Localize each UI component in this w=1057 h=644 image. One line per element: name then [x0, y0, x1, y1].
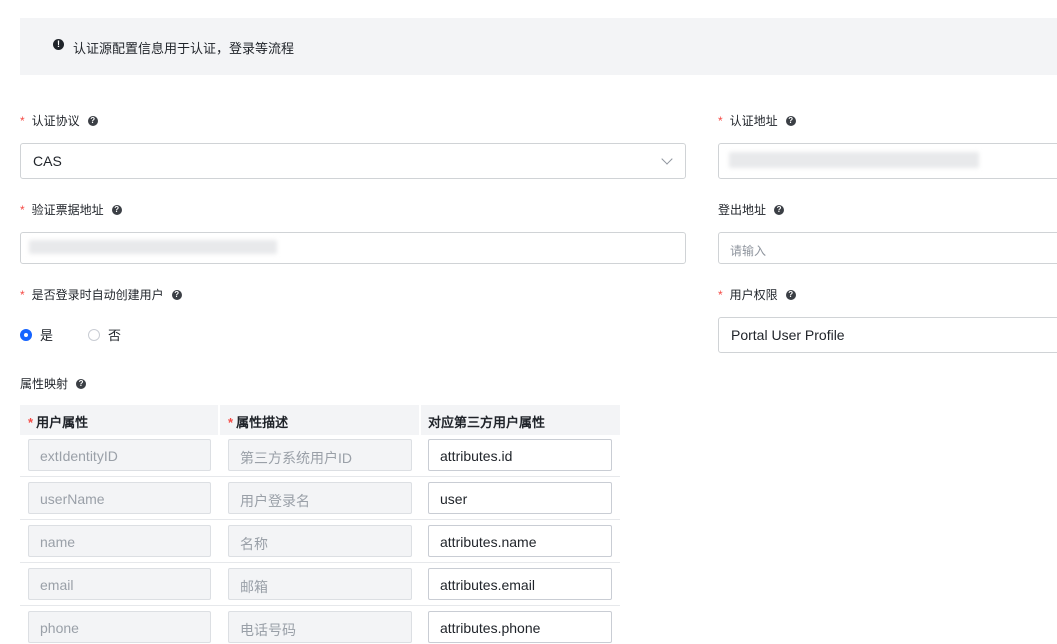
- attr-desc-field: 名称: [228, 525, 412, 557]
- user-permission-label: * 用户权限?: [718, 286, 796, 303]
- banner-text: 认证源配置信息用于认证，登录等流程: [73, 41, 295, 56]
- column-header-attr-desc: * 属性描述: [228, 412, 288, 431]
- mapped-attr-input[interactable]: attributes.id: [428, 439, 612, 471]
- required-mark: *: [718, 113, 723, 128]
- row-divider: [20, 476, 620, 477]
- user-permission-value: Portal User Profile: [731, 327, 845, 343]
- attr-desc-field: 电话号码: [228, 611, 412, 643]
- auth-address-label-text: 认证地址: [729, 114, 778, 128]
- help-icon[interactable]: ?: [171, 289, 182, 300]
- help-icon[interactable]: ?: [111, 204, 122, 215]
- help-icon[interactable]: ?: [774, 204, 785, 215]
- auto-create-label-text: 是否登录时自动创建用户: [31, 288, 164, 302]
- redacted-value: [29, 240, 277, 254]
- help-icon[interactable]: ?: [785, 115, 796, 126]
- attribute-mapping-label: 属性映射?: [20, 375, 87, 392]
- column-header-text: 用户属性: [36, 415, 89, 430]
- logout-address-label: 登出地址?: [718, 201, 785, 218]
- column-header-text: 对应第三方用户属性: [428, 415, 546, 430]
- chevron-down-icon: [661, 153, 673, 165]
- required-mark: *: [20, 113, 25, 128]
- auth-protocol-label-text: 认证协议: [31, 114, 80, 128]
- user-attr-field: phone: [28, 611, 211, 643]
- help-icon[interactable]: ?: [785, 289, 796, 300]
- attr-desc-field: 邮箱: [228, 568, 412, 600]
- radio-no[interactable]: 否: [88, 325, 121, 344]
- user-permission-select[interactable]: Portal User Profile: [718, 317, 1057, 353]
- required-mark: *: [718, 287, 723, 302]
- required-mark: *: [28, 415, 34, 430]
- auto-create-label: * 是否登录时自动创建用户?: [20, 286, 182, 303]
- logout-address-input[interactable]: 请输入: [718, 232, 1057, 264]
- required-mark: *: [228, 415, 234, 430]
- user-attr-field: email: [28, 568, 211, 600]
- column-header-third-party-attr: 对应第三方用户属性: [428, 412, 545, 431]
- attribute-mapping-label-text: 属性映射: [20, 377, 69, 391]
- help-icon[interactable]: ?: [87, 115, 98, 126]
- row-divider: [20, 605, 620, 606]
- auth-protocol-label: * 认证协议?: [20, 112, 98, 129]
- attr-desc-field: 用户登录名: [228, 482, 412, 514]
- required-mark: *: [20, 287, 25, 302]
- user-attr-field: userName: [28, 482, 211, 514]
- auth-address-input[interactable]: [718, 143, 1057, 179]
- logout-address-placeholder: 请输入: [730, 244, 767, 258]
- radio-yes[interactable]: 是: [20, 325, 53, 344]
- row-divider: [20, 562, 620, 563]
- mapped-attr-input[interactable]: attributes.phone: [428, 611, 612, 643]
- exclamation-circle-icon: !: [53, 39, 64, 50]
- redacted-value: [729, 152, 979, 168]
- user-attr-field: name: [28, 525, 211, 557]
- column-divider: [218, 405, 220, 435]
- ticket-address-input[interactable]: [20, 232, 686, 264]
- ticket-address-label-text: 验证票据地址: [31, 203, 104, 217]
- row-divider: [20, 519, 620, 520]
- mapped-attr-input[interactable]: user: [428, 482, 612, 514]
- help-icon[interactable]: ?: [76, 378, 87, 389]
- radio-yes-label: 是: [40, 328, 54, 343]
- mapped-attr-input[interactable]: attributes.email: [428, 568, 612, 600]
- user-attr-field: extIdentityID: [28, 439, 211, 471]
- user-permission-label-text: 用户权限: [729, 288, 778, 302]
- radio-no-indicator[interactable]: [88, 328, 100, 341]
- column-header-text: 属性描述: [236, 415, 289, 430]
- auth-address-label: * 认证地址?: [718, 112, 796, 129]
- auth-protocol-value: CAS: [33, 153, 62, 169]
- required-mark: *: [20, 202, 25, 217]
- ticket-address-label: * 验证票据地址?: [20, 201, 122, 218]
- logout-address-label-text: 登出地址: [718, 203, 767, 217]
- column-header-user-attr: * 用户属性: [28, 412, 88, 431]
- radio-yes-indicator[interactable]: [20, 328, 32, 341]
- auth-protocol-select[interactable]: CAS: [20, 143, 686, 179]
- mapped-attr-input[interactable]: attributes.name: [428, 525, 612, 557]
- attr-desc-field: 第三方系统用户ID: [228, 439, 412, 471]
- radio-no-label: 否: [108, 328, 122, 343]
- column-divider: [419, 405, 421, 435]
